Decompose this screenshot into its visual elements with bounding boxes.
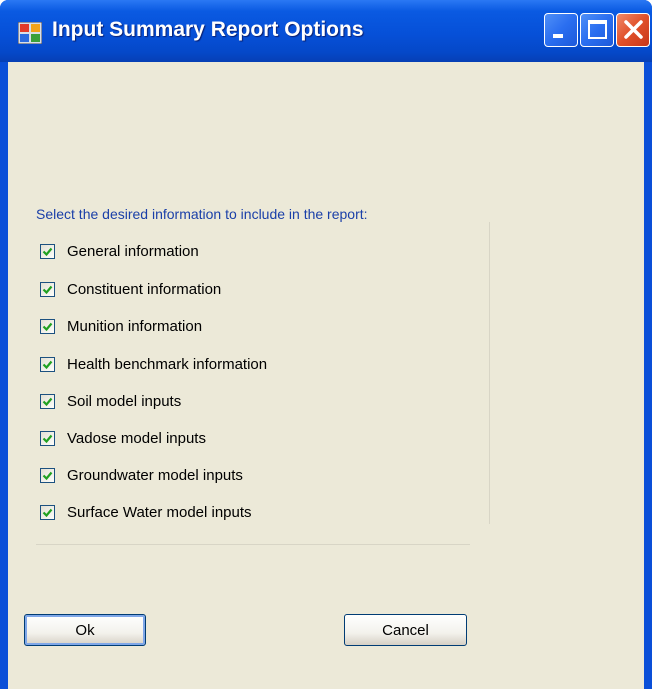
checkbox-box[interactable] <box>40 281 55 297</box>
ok-button[interactable]: Ok <box>24 614 146 646</box>
checkbox-label: Munition information <box>67 317 203 335</box>
dialog-client-area: Select the desired information to includ… <box>8 62 644 689</box>
checkmark-icon <box>42 247 53 256</box>
checkbox-box[interactable] <box>40 467 55 483</box>
checkbox-box[interactable] <box>40 430 55 446</box>
minimize-button[interactable] <box>544 13 578 47</box>
checkbox-label: Constituent information <box>67 280 222 298</box>
checkbox-surface-water-model-inputs[interactable]: Surface Water model inputs <box>40 501 252 523</box>
minimize-icon <box>553 34 563 38</box>
checkbox-box[interactable] <box>40 243 55 259</box>
close-button[interactable] <box>616 13 650 47</box>
checkmark-icon <box>42 322 53 331</box>
checkbox-constituent-information[interactable]: Constituent information <box>40 278 221 300</box>
close-icon <box>624 20 643 39</box>
group-divider-horizontal <box>36 544 470 545</box>
checkbox-label: Health benchmark information <box>67 355 268 373</box>
checkbox-box[interactable] <box>40 504 55 520</box>
checkbox-label: General information <box>67 242 199 260</box>
checkbox-groundwater-model-inputs[interactable]: Groundwater model inputs <box>40 464 243 486</box>
maximize-icon <box>588 20 607 39</box>
checkmark-icon <box>42 360 53 369</box>
checkmark-icon <box>42 285 53 294</box>
cancel-button[interactable]: Cancel <box>344 614 467 646</box>
maximize-button[interactable] <box>580 13 614 47</box>
checkbox-soil-model-inputs[interactable]: Soil model inputs <box>40 390 181 412</box>
dialog-window: Input Summary Report Options Select the … <box>0 0 652 689</box>
group-divider-vertical <box>489 222 490 524</box>
checkbox-health-benchmark-information[interactable]: Health benchmark information <box>40 353 267 375</box>
checkbox-box[interactable] <box>40 318 55 334</box>
application-icon <box>18 22 42 44</box>
checkbox-box[interactable] <box>40 393 55 409</box>
checkbox-vadose-model-inputs[interactable]: Vadose model inputs <box>40 427 206 449</box>
checkmark-icon <box>42 397 53 406</box>
checkbox-label: Groundwater model inputs <box>67 466 243 484</box>
checkbox-munition-information[interactable]: Munition information <box>40 315 202 337</box>
window-title: Input Summary Report Options <box>52 18 364 41</box>
checkbox-label: Vadose model inputs <box>67 429 206 447</box>
checkmark-icon <box>42 471 53 480</box>
checkmark-icon <box>42 434 53 443</box>
checkbox-general-information[interactable]: General information <box>40 240 199 262</box>
checkmark-icon <box>42 508 53 517</box>
checkbox-box[interactable] <box>40 356 55 372</box>
title-bar[interactable]: Input Summary Report Options <box>0 0 652 62</box>
checkbox-label: Surface Water model inputs <box>67 503 252 521</box>
instruction-label: Select the desired information to includ… <box>36 206 368 222</box>
checkbox-label: Soil model inputs <box>67 392 182 410</box>
